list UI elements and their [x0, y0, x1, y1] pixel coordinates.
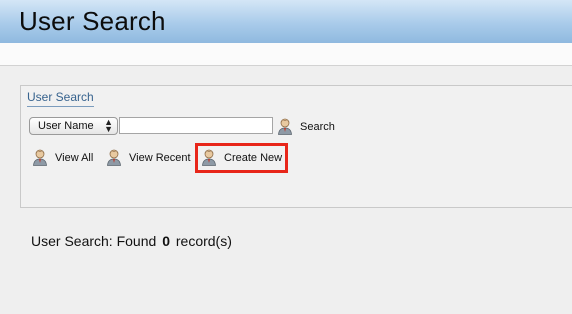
search-panel: User Search User Name ▲ ▼ Search View All	[20, 85, 572, 208]
view-recent-button[interactable]: View Recent	[106, 149, 191, 166]
search-button-label: Search	[300, 120, 335, 133]
panel-title: User Search	[27, 90, 94, 107]
search-field-select-value: User Name	[38, 120, 94, 132]
view-all-button[interactable]: View All	[32, 149, 93, 166]
updown-arrows-icon: ▲ ▼	[104, 117, 113, 134]
create-new-label: Create New	[224, 151, 283, 164]
search-button[interactable]: Search	[277, 118, 335, 135]
search-field-select[interactable]: User Name ▲ ▼	[29, 117, 118, 135]
user-icon	[107, 149, 121, 166]
user-icon	[202, 149, 216, 166]
view-all-label: View All	[55, 151, 94, 164]
results-summary: User Search: Found 0 record(s)	[31, 233, 232, 249]
page-header: User Search	[0, 0, 572, 43]
results-prefix: User Search: Found	[31, 233, 157, 249]
results-suffix: record(s)	[175, 233, 232, 249]
page-title: User Search	[19, 6, 166, 36]
create-new-button[interactable]: Create New	[201, 149, 282, 166]
user-icon	[278, 118, 292, 135]
header-subbar	[0, 43, 572, 66]
user-icon	[33, 149, 47, 166]
search-input[interactable]	[119, 117, 273, 134]
results-count: 0	[162, 233, 170, 249]
view-recent-label: View Recent	[129, 151, 191, 164]
